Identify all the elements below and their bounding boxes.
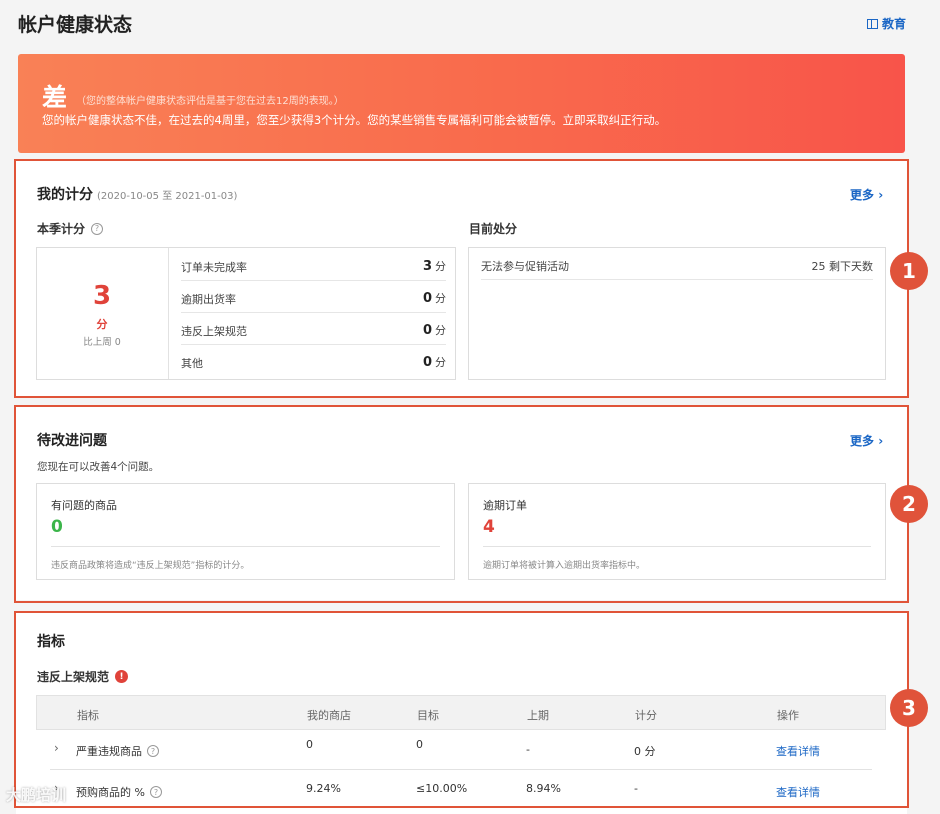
issue-card-late-orders[interactable]: 逾期订单 4 逾期订单将被计算入逾期出货率指标中。 bbox=[468, 483, 886, 580]
score-value: - bbox=[634, 782, 638, 795]
health-alert-banner: 差 （您的整体帐户健康状态评估是基于您在过去12周的表现。） 您的帐户健康状态不… bbox=[18, 54, 905, 153]
health-grade-note: （您的整体帐户健康状态评估是基于您在过去12周的表现。） bbox=[76, 96, 344, 107]
annotation-badge-1: 1 bbox=[890, 252, 928, 290]
metric-value-unit: 分 bbox=[435, 292, 446, 305]
help-icon[interactable]: ? bbox=[147, 745, 159, 757]
metric-label: 逾期出货率 bbox=[181, 293, 236, 306]
target-value: ≤10.00% bbox=[416, 782, 468, 795]
issues-more-label: 更多 bbox=[850, 434, 875, 448]
table-header: 指标 我的商店 目标 上期 计分 操作 bbox=[36, 695, 886, 730]
previous-value: 8.94% bbox=[526, 782, 561, 795]
issue-divider bbox=[51, 546, 440, 547]
penalty-row: 无法参与促销活动 25 剩下天数 bbox=[481, 248, 873, 280]
view-details-link[interactable]: 查看详情 bbox=[776, 784, 820, 800]
indicator-name: 严重违规商品? bbox=[76, 743, 159, 759]
metric-row: 其他 0分 bbox=[181, 345, 446, 377]
metric-value-unit: 分 bbox=[435, 356, 446, 369]
scores-range: (2020-10-05 至 2021-01-03) bbox=[97, 191, 238, 202]
score-divider bbox=[168, 248, 169, 379]
column-header: 我的商店 bbox=[307, 709, 351, 722]
watermark: 大鹏培训 bbox=[6, 786, 67, 804]
metric-value: 0分 bbox=[423, 290, 446, 306]
indicator-name: 预购商品的 %? bbox=[76, 784, 162, 800]
column-header: 目标 bbox=[417, 709, 439, 722]
listing-violation-title-text: 违反上架规范 bbox=[37, 670, 110, 684]
quarter-score-title: 本季计分? bbox=[37, 220, 104, 237]
view-details-link[interactable]: 查看详情 bbox=[776, 743, 820, 759]
help-icon[interactable]: ? bbox=[149, 786, 162, 798]
chevron-right-icon: › bbox=[878, 434, 884, 448]
metric-row: 逾期出货率 0分 bbox=[181, 281, 446, 313]
indicators-title: 指标 bbox=[37, 634, 65, 650]
my-store-value: 0 bbox=[306, 738, 313, 751]
issue-divider bbox=[483, 546, 871, 547]
indicator-name-text: 严重违规商品 bbox=[76, 745, 142, 758]
issues-more-link[interactable]: 更多 › bbox=[850, 432, 883, 449]
metric-value: 0分 bbox=[423, 354, 446, 370]
quarter-score-title-text: 本季计分 bbox=[37, 222, 86, 236]
metric-value-number: 0 bbox=[422, 291, 432, 306]
scores-more-link[interactable]: 更多 › bbox=[850, 186, 883, 203]
target-value: 0 bbox=[416, 738, 423, 751]
current-penalty-title: 目前处分 bbox=[469, 220, 517, 237]
previous-value: - bbox=[526, 743, 530, 756]
warning-icon: ! bbox=[115, 670, 129, 683]
quarter-score-box: 3 分 比上周 0 订单未完成率 3分 逾期出货率 0分 违反上架规范 0分 其… bbox=[36, 247, 456, 380]
metric-label: 违反上架规范 bbox=[181, 325, 247, 338]
annotation-badge-2: 2 bbox=[890, 485, 928, 523]
issue-label: 逾期订单 bbox=[483, 499, 527, 512]
column-header: 上期 bbox=[527, 709, 549, 722]
issues-summary: 您现在可以改善4个问题。 bbox=[37, 461, 160, 473]
scores-more-label: 更多 bbox=[850, 188, 875, 202]
chevron-right-icon[interactable]: › bbox=[54, 741, 59, 755]
page-header: 帐户健康状态 教育 bbox=[18, 10, 908, 40]
score-value: 0 分 bbox=[634, 745, 656, 758]
metric-value-number: 0 bbox=[422, 323, 432, 338]
metric-value-unit: 分 bbox=[435, 260, 446, 273]
health-alert-message: 您的帐户健康状态不佳，在过去的4周里，您至少获得3个计分。您的某些销售专属福利可… bbox=[42, 113, 667, 127]
issue-count: 4 bbox=[483, 517, 495, 537]
issue-desc: 逾期订单将被计算入逾期出货率指标中。 bbox=[483, 561, 646, 571]
penalty-label: 无法参与促销活动 bbox=[481, 260, 569, 273]
issue-label: 有问题的商品 bbox=[51, 499, 117, 512]
education-label: 教育 bbox=[881, 17, 906, 31]
metric-value-number: 0 bbox=[422, 355, 432, 370]
metric-row: 违反上架规范 0分 bbox=[181, 313, 446, 345]
metric-label: 其他 bbox=[181, 357, 203, 370]
metric-row: 订单未完成率 3分 bbox=[181, 249, 446, 281]
issue-card-products[interactable]: 有问题的商品 0 违反商品政策将造成“违反上架规范”指标的计分。 bbox=[36, 483, 455, 580]
current-penalty-title-text: 目前处分 bbox=[469, 222, 518, 236]
table-row: › 严重违规商品? 0 0 - 0 分 查看详情 bbox=[36, 730, 886, 770]
metric-value: 3分 bbox=[423, 258, 446, 274]
metric-label: 订单未完成率 bbox=[181, 261, 247, 274]
column-header: 指标 bbox=[77, 709, 99, 722]
education-link[interactable]: 教育 bbox=[866, 15, 906, 32]
issue-count: 0 bbox=[51, 517, 63, 537]
column-header: 操作 bbox=[777, 709, 799, 722]
penalty-box: 无法参与促销活动 25 剩下天数 bbox=[468, 247, 886, 380]
scores-title: 我的计分 (2020-10-05 至 2021-01-03) bbox=[37, 184, 237, 204]
metric-value-unit: 分 bbox=[435, 324, 446, 337]
penalty-days: 25 剩下天数 bbox=[811, 260, 874, 273]
metric-value: 0分 bbox=[423, 322, 446, 338]
issue-desc: 违反商品政策将造成“违反上架规范”指标的计分。 bbox=[51, 561, 250, 571]
listing-violation-title: 违反上架规范! bbox=[37, 668, 129, 685]
health-grade: 差 bbox=[42, 83, 68, 112]
book-icon bbox=[866, 18, 878, 29]
annotation-badge-3: 3 bbox=[890, 689, 928, 727]
chevron-right-icon: › bbox=[878, 188, 884, 202]
issues-title: 待改进问题 bbox=[37, 433, 107, 449]
column-header: 计分 bbox=[635, 709, 657, 722]
help-icon[interactable]: ? bbox=[91, 222, 104, 235]
indicator-name-text: 预购商品的 % bbox=[76, 786, 145, 799]
scores-title-text: 我的计分 bbox=[37, 187, 93, 203]
metric-value-number: 3 bbox=[422, 259, 432, 274]
page-title: 帐户健康状态 bbox=[18, 14, 133, 36]
table-row: › 预购商品的 %? 9.24% ≤10.00% 8.94% - 查看详情 bbox=[36, 770, 886, 810]
my-store-value: 9.24% bbox=[306, 782, 341, 795]
